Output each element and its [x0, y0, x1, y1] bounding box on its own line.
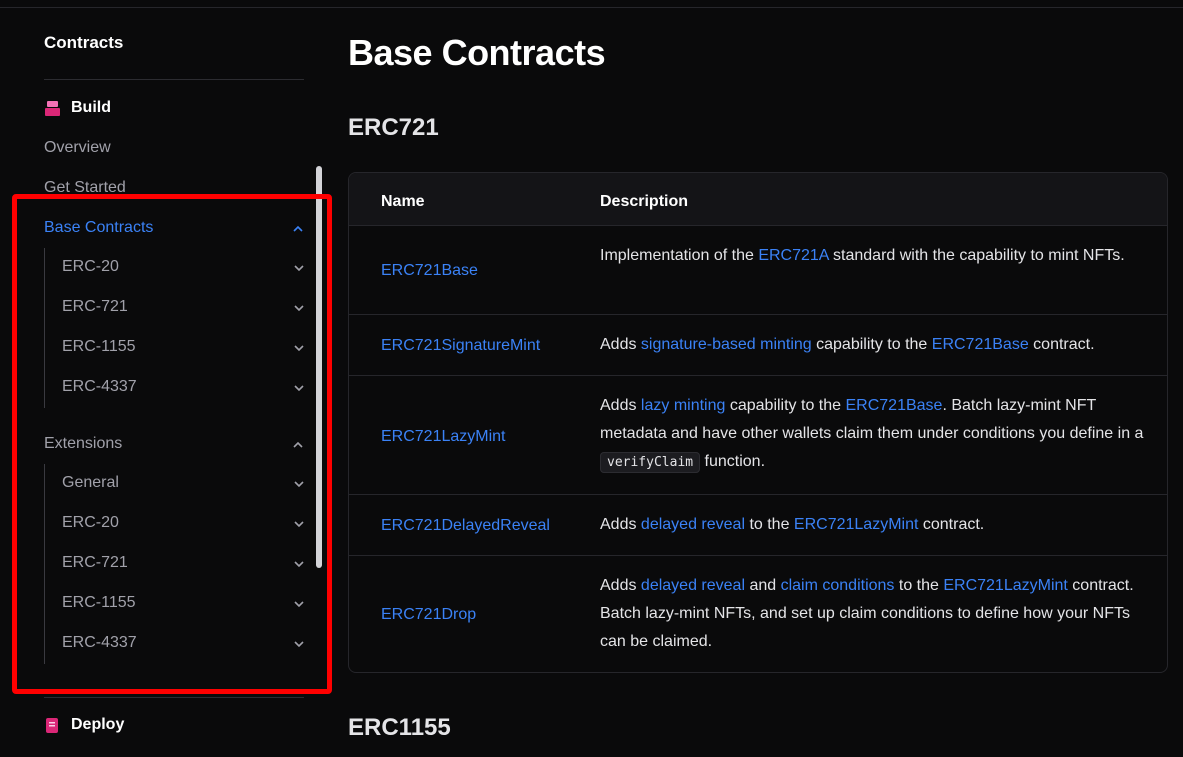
text: contract.	[918, 516, 985, 533]
sidebar-item-ext-general[interactable]: General	[62, 474, 305, 492]
sidebar-item-base-erc4337[interactable]: ERC-4337	[62, 378, 305, 396]
text: capability to the	[811, 336, 932, 353]
link-delayed-reveal[interactable]: delayed reveal	[641, 516, 745, 533]
sidebar-item-overview[interactable]: Overview	[44, 139, 111, 157]
row-description: Adds delayed reveal to the ERC721LazyMin…	[600, 511, 1150, 539]
table-row: ERC721Base Implementation of the ERC721A…	[349, 226, 1167, 315]
chevron-down-icon	[293, 381, 305, 393]
extensions-submenu: General ERC-20 ERC-721 ERC-1155 ERC-4337	[44, 464, 304, 664]
sidebar-item-ext-erc20[interactable]: ERC-20	[62, 514, 305, 532]
deploy-label: Deploy	[71, 716, 125, 733]
sidebar-item-ext-erc1155[interactable]: ERC-1155	[62, 594, 305, 612]
text: to the	[745, 516, 794, 533]
link-lazy-minting[interactable]: lazy minting	[641, 397, 725, 414]
link-erc721base[interactable]: ERC721Base	[932, 336, 1029, 353]
text: standard with the capability to mint NFT…	[828, 247, 1125, 264]
code-verifyclaim: verifyClaim	[600, 452, 701, 473]
main-content: Base Contracts ERC721 Name Description E…	[348, 0, 1183, 757]
row-description: Implementation of the ERC721A standard w…	[600, 242, 1150, 270]
sidebar-item-label: ERC-1155	[62, 594, 136, 611]
contract-link-erc721drop[interactable]: ERC721Drop	[381, 606, 476, 624]
sidebar-item-label: ERC-721	[62, 298, 128, 315]
divider	[44, 79, 304, 80]
sidebar: Contracts Build Overview Get Started Bas…	[0, 9, 322, 757]
sidebar-scrollbar[interactable]	[316, 166, 322, 568]
sidebar-item-base-erc721[interactable]: ERC-721	[62, 298, 305, 316]
sidebar-item-label: ERC-20	[62, 258, 119, 275]
contracts-table: Name Description ERC721Base Implementati…	[348, 172, 1168, 673]
build-label: Build	[71, 99, 111, 116]
table-row: ERC721Drop Adds delayed reveal and claim…	[349, 556, 1167, 672]
chevron-down-icon	[293, 517, 305, 529]
sidebar-item-label: ERC-4337	[62, 378, 137, 395]
text: Adds	[600, 516, 641, 533]
sidebar-title: Contracts	[44, 33, 124, 52]
sidebar-item-label: ERC-721	[62, 554, 128, 571]
link-signature-based-minting[interactable]: signature-based minting	[641, 336, 812, 353]
section-heading-erc721: ERC721	[348, 114, 439, 141]
chevron-up-icon	[292, 438, 304, 450]
chevron-down-icon	[293, 477, 305, 489]
link-erc721a[interactable]: ERC721A	[758, 247, 828, 264]
deploy-icon	[44, 717, 61, 734]
text: and	[745, 577, 781, 594]
chevron-down-icon	[293, 301, 305, 313]
sidebar-group-label: Base Contracts	[44, 219, 154, 236]
sidebar-item-label: ERC-1155	[62, 338, 136, 355]
link-erc721lazymint[interactable]: ERC721LazyMint	[943, 577, 1068, 594]
sidebar-group-extensions[interactable]: Extensions	[44, 435, 304, 453]
chevron-down-icon	[293, 261, 305, 273]
row-description: Adds delayed reveal and claim conditions…	[600, 572, 1150, 656]
link-delayed-reveal[interactable]: delayed reveal	[641, 577, 745, 594]
column-header-name: Name	[381, 193, 425, 210]
chevron-down-icon	[293, 557, 305, 569]
table-row: ERC721LazyMint Adds lazy minting capabil…	[349, 376, 1167, 495]
chevron-down-icon	[293, 341, 305, 353]
chevron-down-icon	[293, 597, 305, 609]
chevron-up-icon	[292, 222, 304, 234]
table-row: ERC721DelayedReveal Adds delayed reveal …	[349, 495, 1167, 556]
sidebar-section-deploy: Deploy	[44, 716, 124, 734]
contract-link-erc721lazymint[interactable]: ERC721LazyMint	[381, 428, 506, 446]
row-description: Adds signature-based minting capability …	[600, 331, 1150, 359]
sidebar-item-ext-erc4337[interactable]: ERC-4337	[62, 634, 305, 652]
text: Adds	[600, 397, 641, 414]
text: Implementation of the	[600, 247, 759, 264]
text: capability to the	[725, 397, 846, 414]
sidebar-group-label: Extensions	[44, 435, 123, 452]
chevron-down-icon	[293, 637, 305, 649]
column-header-description: Description	[600, 193, 689, 210]
text: Adds	[600, 577, 641, 594]
sidebar-item-ext-erc721[interactable]: ERC-721	[62, 554, 305, 572]
divider	[44, 697, 304, 698]
table-header: Name Description	[349, 173, 1167, 226]
contract-link-erc721base[interactable]: ERC721Base	[381, 262, 478, 280]
link-claim-conditions[interactable]: claim conditions	[781, 577, 895, 594]
base-contracts-submenu: ERC-20 ERC-721 ERC-1155 ERC-4337	[44, 248, 304, 408]
sidebar-item-get-started[interactable]: Get Started	[44, 179, 126, 197]
table-row: ERC721SignatureMint Adds signature-based…	[349, 315, 1167, 376]
sidebar-item-base-erc1155[interactable]: ERC-1155	[62, 338, 305, 356]
section-heading-erc1155: ERC1155	[348, 714, 451, 741]
row-description: Adds lazy minting capability to the ERC7…	[600, 392, 1150, 477]
text: Adds	[600, 336, 641, 353]
build-icon	[44, 100, 61, 117]
contract-link-erc721signaturemint[interactable]: ERC721SignatureMint	[381, 337, 540, 355]
contract-link-erc721delayedreveal[interactable]: ERC721DelayedReveal	[381, 517, 550, 535]
link-erc721lazymint[interactable]: ERC721LazyMint	[794, 516, 919, 533]
link-erc721base[interactable]: ERC721Base	[845, 397, 942, 414]
sidebar-item-label: General	[62, 474, 119, 491]
text: function.	[700, 453, 766, 470]
sidebar-group-base-contracts[interactable]: Base Contracts	[44, 219, 304, 237]
page-title: Base Contracts	[348, 32, 606, 73]
text: contract.	[1028, 336, 1095, 353]
text: to the	[894, 577, 944, 594]
sidebar-section-build: Build	[44, 99, 111, 117]
sidebar-item-label: ERC-20	[62, 514, 119, 531]
sidebar-item-label: ERC-4337	[62, 634, 137, 651]
sidebar-item-base-erc20[interactable]: ERC-20	[62, 258, 305, 276]
